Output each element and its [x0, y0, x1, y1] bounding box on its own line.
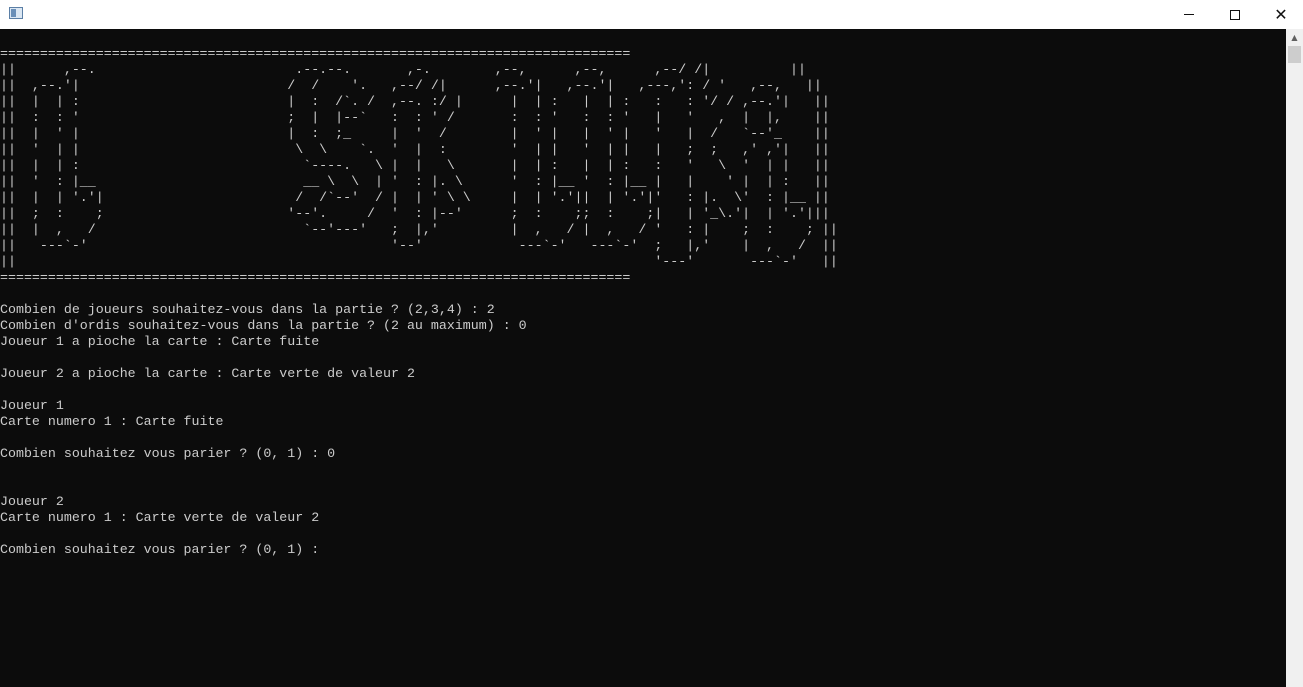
- console-line: || ' | | \ \ `. ' | : ' | | ' | | | ; ; …: [0, 142, 830, 157]
- console-line: || | ' | | : ;_ | ' / | ' | | ' | ' | / …: [0, 126, 830, 141]
- close-icon: ✕: [1274, 4, 1288, 24]
- minimize-button[interactable]: [1166, 0, 1212, 29]
- console-line: || ,--.'| / / '. ,--/ /| ,--.'| ,--.'| ,…: [0, 78, 822, 93]
- scroll-thumb[interactable]: [1288, 46, 1301, 63]
- console-text: ========================================…: [0, 46, 838, 558]
- console-line: Carte numero 1 : Carte fuite: [0, 414, 224, 429]
- console-line: || | | : `----. \ | | \ | | : | | : : ' …: [0, 158, 830, 173]
- console-line: || ' : |__ __ \ \ | ' : |. \ ' : |__ ' :…: [0, 174, 830, 189]
- console-line: || ---`-' '--' ---`-' ---`-' ; |,' | , /…: [0, 238, 838, 253]
- console-line: Joueur 2 a pioche la carte : Carte verte…: [0, 366, 415, 381]
- console-line: || ; : ; '--'. / ' : |--' ; : ;; : ;| | …: [0, 206, 830, 221]
- console-line: Combien souhaitez vous parier ? (0, 1) :…: [0, 446, 336, 461]
- console-line: Joueur 1 a pioche la carte : Carte fuite: [0, 334, 320, 349]
- console-line: ========================================…: [0, 270, 631, 285]
- console-line: Carte numero 1 : Carte verte de valeur 2: [0, 510, 320, 525]
- console-line: || | , / `--'---' ; |,' | , / | , / ' : …: [0, 222, 838, 237]
- close-button[interactable]: ✕: [1258, 0, 1303, 29]
- vertical-scrollbar[interactable]: ▲: [1286, 29, 1303, 687]
- title-bar: ✕: [0, 0, 1303, 30]
- console-line: || ,--. .--.--. ,-. ,--, ,--, ,--/ /| ||: [0, 62, 806, 77]
- console-output[interactable]: ========================================…: [0, 29, 1286, 687]
- console-line: Combien d'ordis souhaitez-vous dans la p…: [0, 318, 527, 333]
- scroll-up-arrow-icon[interactable]: ▲: [1286, 29, 1303, 46]
- console-line: || '---' ---`-' ||: [0, 254, 838, 269]
- console-line: Combien de joueurs souhaitez-vous dans l…: [0, 302, 495, 317]
- console-line: ========================================…: [0, 46, 631, 61]
- console-line: Combien souhaitez vous parier ? (0, 1) :: [0, 542, 328, 557]
- maximize-icon: [1230, 9, 1240, 20]
- console-line: Joueur 2: [0, 494, 64, 509]
- console-line: || | | : | : /`. / ,--. :/ | | | : | | :…: [0, 94, 830, 109]
- console-line: || : : ' ; | |--` : : ' / : : ' : : ' | …: [0, 110, 830, 125]
- console-line: || | | '.'| / /`--' / | | ' \ \ | | '.'|…: [0, 190, 830, 205]
- console-line: Joueur 1: [0, 398, 64, 413]
- console-app-icon[interactable]: [9, 7, 23, 19]
- maximize-button[interactable]: [1212, 0, 1258, 29]
- minimize-icon: [1184, 14, 1194, 15]
